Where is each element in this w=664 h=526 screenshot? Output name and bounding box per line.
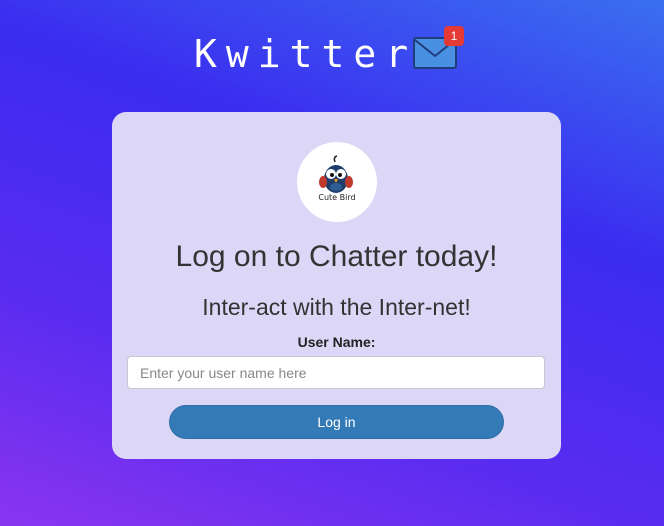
header: Kwitter 1 bbox=[0, 22, 664, 92]
username-input[interactable] bbox=[127, 356, 545, 389]
avatar: Cute Bird bbox=[297, 142, 377, 222]
notification-badge: 1 bbox=[444, 26, 464, 46]
brand-title: Kwitter bbox=[194, 32, 418, 76]
login-card: Cute Bird Log on to Chatter today! Inter… bbox=[112, 112, 561, 459]
username-label: User Name: bbox=[297, 334, 376, 350]
messages-button[interactable]: 1 bbox=[412, 26, 468, 74]
avatar-caption: Cute Bird bbox=[318, 193, 356, 202]
page-title: Log on to Chatter today! bbox=[175, 240, 498, 273]
page-subtitle: Inter-act with the Inter-net! bbox=[202, 294, 471, 320]
cute-bird-logo bbox=[319, 155, 353, 193]
login-button[interactable]: Log in bbox=[169, 405, 504, 439]
